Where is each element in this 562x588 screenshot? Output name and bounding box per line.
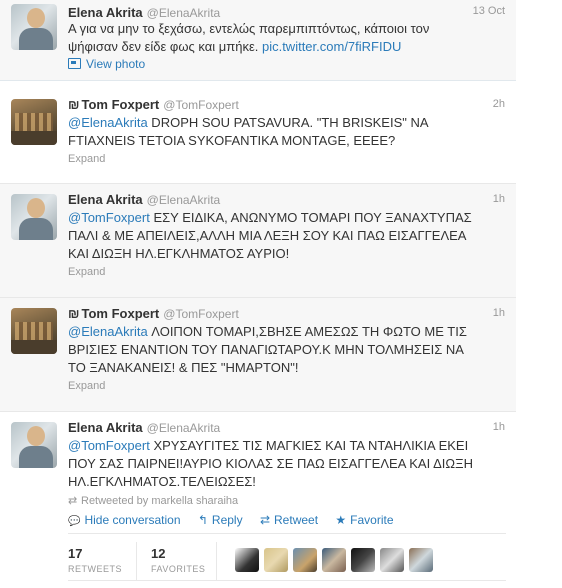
user-handle[interactable]: @TomFoxpert xyxy=(163,307,239,321)
avatar-elena-akrita[interactable] xyxy=(11,194,57,240)
expand-link[interactable]: Expand xyxy=(68,266,105,278)
mention-link[interactable]: @ElenaAkrita xyxy=(68,324,148,339)
tweet-text-line: ΤΟ ΞΑΝΑΚΑΝΕΙΣ! & ΠΕΣ "ΗΜΑΡΤΟΝ"! xyxy=(68,360,299,375)
retweet-label: Retweet xyxy=(274,513,319,527)
tweet-header: ₪ Tom Foxpert @TomFoxpert xyxy=(68,97,239,112)
user-name[interactable]: Elena Akrita xyxy=(68,192,143,207)
favorite-label: Favorite xyxy=(350,513,394,527)
tweet-stream: Elena Akrita @ElenaAkrita 13 Oct Α για να… xyxy=(0,0,516,588)
user-handle[interactable]: @ElenaAkrita xyxy=(147,421,221,435)
hide-conversation-label: Hide conversation xyxy=(84,513,181,527)
tweet-text-line: ψήφισαν δεν είδε φως και μπήκε. xyxy=(68,39,262,54)
tweet-3[interactable]: Elena Akrita @ElenaAkrita 1h @TomFoxpert … xyxy=(0,184,516,298)
avatar-elena-akrita[interactable] xyxy=(11,4,57,50)
retweet-icon: ⇄ xyxy=(259,513,271,527)
retweets-stat[interactable]: 17 RETWEETS xyxy=(68,546,122,574)
tweet-text-line: ΕΣΥ ΕΙΔΙΚΑ, ΑΝΩΝΥΜΟ ΤΟΜΑΡΙ ΠΟΥ ΞΑΝΑΧΤΥΠΑ… xyxy=(149,210,472,225)
user-handle[interactable]: @TomFoxpert xyxy=(163,98,239,112)
protected-symbol-icon: ₪ xyxy=(68,306,80,321)
star-icon: ★ xyxy=(335,513,347,527)
user-handle[interactable]: @ElenaAkrita xyxy=(147,193,221,207)
tweet-header: ₪ Tom Foxpert @TomFoxpert xyxy=(68,306,239,321)
retweeter-avatar[interactable] xyxy=(351,548,375,572)
protected-symbol-icon: ₪ xyxy=(68,97,80,112)
tweet-actions: 💬 Hide conversation ↰ Reply ⇄ Retweet ★ Favo… xyxy=(68,513,408,527)
tweet-2[interactable]: ₪ Tom Foxpert @TomFoxpert 2h @ElenaAkrita … xyxy=(0,81,516,184)
expand-link[interactable]: Expand xyxy=(68,380,105,392)
tweet-text: Α για να μην το ξεχάσω, εντελώς παρεμπιπ… xyxy=(68,20,498,56)
timestamp[interactable]: 2h xyxy=(493,98,505,110)
user-name[interactable]: Elena Akrita xyxy=(68,5,143,20)
favorite-button[interactable]: ★ Favorite xyxy=(335,513,393,527)
user-name[interactable]: Elena Akrita xyxy=(68,420,143,435)
retweeter-avatar[interactable] xyxy=(322,548,346,572)
tweet-text-line: ΛΟΙΠΟΝ ΤΟΜΑΡΙ,ΣΒΗΣΕ ΑΜΕΣΩΣ ΤΗ ΦΩΤΟ ΜΕ ΤΙ… xyxy=(147,324,467,339)
tweet-text-line: Α για να μην το ξεχάσω, εντελώς παρεμπιπ… xyxy=(68,21,430,36)
reply-button[interactable]: ↰ Reply xyxy=(198,513,243,527)
tweet-text-line: ΗΛ.ΕΓΚΛΗΜΑΤΟΣ.ΤΕΛΕΙΩΣΕΣ! xyxy=(68,474,256,489)
mention-link[interactable]: @TomFoxpert xyxy=(68,438,150,453)
retweeter-avatar[interactable] xyxy=(264,548,288,572)
photo-icon xyxy=(68,58,81,69)
retweeted-by: ⇄ Retweeted by markella sharaiha xyxy=(68,494,238,507)
tweet-text: @ElenaAkrita DROPH SOU PATSAVURA. "TH BR… xyxy=(68,114,498,150)
timestamp[interactable]: 1h xyxy=(493,193,505,205)
reply-icon: ↰ xyxy=(197,513,208,527)
tweet-header: Elena Akrita @ElenaAkrita xyxy=(68,192,220,207)
tweet-text: @ElenaAkrita ΛΟΙΠΟΝ ΤΟΜΑΡΙ,ΣΒΗΣΕ ΑΜΕΣΩΣ … xyxy=(68,323,498,377)
view-photo-button[interactable]: View photo xyxy=(68,57,145,71)
tweet-text-line: FTIAXNEIS TETOIA SYKOFANTIKA MONTAGE, EE… xyxy=(68,133,396,148)
tweet-4[interactable]: ₪ Tom Foxpert @TomFoxpert 1h @ElenaAkrita … xyxy=(0,298,516,412)
expand-link[interactable]: Expand xyxy=(68,153,105,165)
favorites-count: 12 xyxy=(151,546,166,561)
retweet-button[interactable]: ⇄ Retweet xyxy=(260,513,318,527)
retweeter-avatar[interactable] xyxy=(380,548,404,572)
tweet-header: Elena Akrita @ElenaAkrita xyxy=(68,5,220,20)
avatar-tom-foxpert[interactable] xyxy=(11,99,57,145)
tweet-text-line: ΚΑΙ ΔΙΩΞΗ ΗΛ.ΕΓΚΛΗΜΑΤΟΣ ΑΥΡΙΟ! xyxy=(68,246,290,261)
avatar-elena-akrita[interactable] xyxy=(11,422,57,468)
retweets-label: RETWEETS xyxy=(68,564,123,574)
tweet-text-line: DROPH SOU PATSAVURA. "TH BRISKEIS" NA xyxy=(147,115,429,130)
tweet-text-line: ΠΟΥ ΣΑΣ ΠΑΙΡΝΕΙ!ΑΥΡΙΟ ΚΙΟΛΑΣ ΣΕ ΠΑΩ ΕΙΣΑ… xyxy=(68,456,473,471)
view-photo-label: View photo xyxy=(86,57,146,71)
favorites-label: FAVORITES xyxy=(151,564,206,574)
retweeted-by-label[interactable]: Retweeted by markella sharaiha xyxy=(81,495,238,507)
user-name[interactable]: Tom Foxpert xyxy=(82,306,160,321)
mention-link[interactable]: @TomFoxpert xyxy=(68,210,150,225)
photo-link[interactable]: pic.twitter.com/7fiRFIDU xyxy=(262,39,401,54)
tweet-1[interactable]: Elena Akrita @ElenaAkrita 13 Oct Α για να… xyxy=(0,0,516,81)
tweet-header: Elena Akrita @ElenaAkrita xyxy=(68,420,220,435)
stats-divider xyxy=(216,542,217,580)
tweet-text-line: ΠΑΛΙ & ΜΕ ΑΠΕΙΛΕΙΣ,ΑΛΛΗ ΜΙΑ ΛΕΞΗ ΣΟΥ ΚΑΙ… xyxy=(68,228,467,243)
conversation-icon: 💬 xyxy=(68,516,81,527)
tweet-text-line: ΒΡΙΣΙΕΣ ΕΝΑΝΤΙΟΝ ΤΟΥ ΠΑΝΑΓΙΩΤΑΡΟΥ.Κ ΜΗΝ … xyxy=(68,342,464,357)
hide-conversation-button[interactable]: 💬 Hide conversation xyxy=(68,513,181,527)
timestamp[interactable]: 13 Oct xyxy=(473,5,505,17)
timestamp[interactable]: 1h xyxy=(493,307,505,319)
reply-label: Reply xyxy=(211,513,243,527)
tweet-text-line: ΧΡΥΣΑΥΓΙΤΕΣ ΤΙΣ ΜΑΓΚΙΕΣ ΚΑΙ ΤΑ ΝΤΑΗΛΙΚΙΑ… xyxy=(149,438,469,453)
tweet-text: @TomFoxpert ΧΡΥΣΑΥΓΙΤΕΣ ΤΙΣ ΜΑΓΚΙΕΣ ΚΑΙ … xyxy=(68,437,498,491)
retweeter-avatar[interactable] xyxy=(235,548,259,572)
stats-divider xyxy=(136,542,137,580)
mention-link[interactable]: @ElenaAkrita xyxy=(68,115,148,130)
tweet-text: @TomFoxpert ΕΣΥ ΕΙΔΙΚΑ, ΑΝΩΝΥΜΟ ΤΟΜΑΡΙ Π… xyxy=(68,209,498,263)
user-handle[interactable]: @ElenaAkrita xyxy=(147,6,221,20)
retweeter-avatar[interactable] xyxy=(409,548,433,572)
retweeter-avatar[interactable] xyxy=(293,548,317,572)
timestamp[interactable]: 1h xyxy=(493,421,505,433)
retweet-icon: ⇄ xyxy=(68,495,78,507)
favorites-stat[interactable]: 12 FAVORITES xyxy=(151,546,205,574)
avatar-tom-foxpert[interactable] xyxy=(11,308,57,354)
retweets-count: 17 xyxy=(68,546,83,561)
user-name[interactable]: Tom Foxpert xyxy=(82,97,160,112)
